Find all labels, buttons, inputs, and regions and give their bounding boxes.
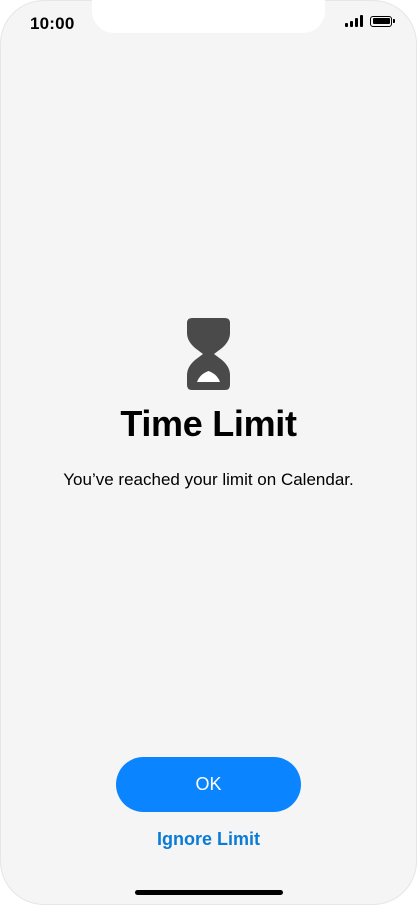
home-indicator[interactable] bbox=[135, 890, 283, 895]
ignore-limit-button[interactable]: Ignore Limit bbox=[0, 829, 417, 850]
battery-icon bbox=[370, 15, 395, 27]
alert-message: You’ve reached your limit on Calendar. bbox=[63, 470, 354, 489]
phone-screen: 10:00 Time Limit You’ve reached your lim… bbox=[0, 0, 417, 905]
signal-icon bbox=[345, 15, 363, 27]
status-icons bbox=[345, 15, 395, 27]
alert-title: Time Limit bbox=[120, 403, 297, 444]
ok-button[interactable]: OK bbox=[116, 757, 301, 812]
hourglass-icon bbox=[187, 318, 230, 390]
notch bbox=[92, 0, 325, 33]
status-time: 10:00 bbox=[30, 14, 75, 33]
